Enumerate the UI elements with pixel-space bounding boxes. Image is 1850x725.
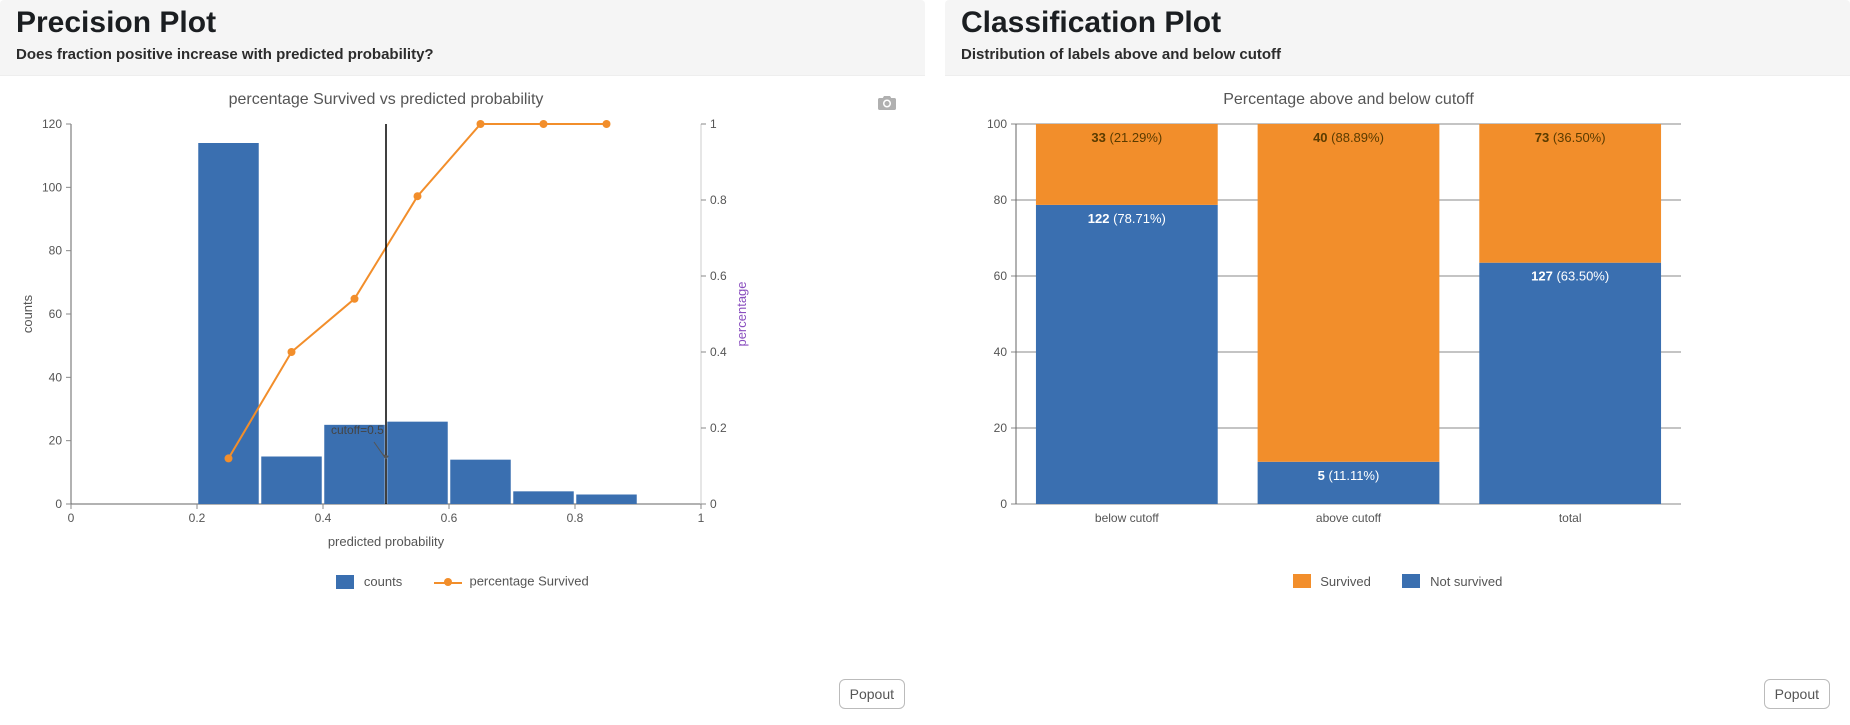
panel-title: Precision Plot [16,6,909,40]
panel-header: Precision Plot Does fraction positive in… [0,0,925,76]
svg-text:1: 1 [710,117,717,131]
panel-subtitle: Does fraction positive increase with pre… [16,46,909,63]
svg-text:40 (88.89%): 40 (88.89%) [1313,130,1384,145]
legend-survived[interactable]: Survived [1293,574,1371,590]
legend-not-survived[interactable]: Not survived [1402,574,1502,590]
classification-chart: Percentage above and below cutoff 0 20 40 60… [961,84,1701,564]
svg-text:Percentage above and below cut: Percentage above and below cutoff [1223,91,1474,108]
svg-text:33 (21.29%): 33 (21.29%) [1091,130,1162,145]
svg-text:0.4: 0.4 [710,345,727,359]
svg-text:20: 20 [49,434,63,448]
svg-text:0.8: 0.8 [567,511,584,525]
svg-text:73 (36.50%): 73 (36.50%) [1535,130,1606,145]
svg-text:0: 0 [55,497,62,511]
precision-chart: percentage Survived vs predicted probabi… [16,84,756,564]
svg-text:counts: counts [20,294,35,333]
svg-text:0.6: 0.6 [710,269,727,283]
svg-text:127 (63.50%): 127 (63.50%) [1531,269,1609,284]
svg-text:0: 0 [1000,497,1007,511]
svg-text:100: 100 [42,180,62,194]
svg-text:40: 40 [49,370,63,384]
legend-percentage-survived[interactable]: percentage Survived [434,573,589,591]
popout-button[interactable]: Popout [839,679,905,709]
svg-text:below cutoff: below cutoff [1095,511,1159,525]
legend-counts[interactable]: counts [336,574,402,590]
precision-legend: counts percentage Survived [16,573,909,591]
classification-legend: Survived Not survived [961,573,1834,589]
svg-text:0.2: 0.2 [710,421,727,435]
svg-text:cutoff=0.5: cutoff=0.5 [331,423,384,437]
svg-text:0: 0 [68,511,75,525]
svg-text:predicted probability: predicted probability [328,534,445,549]
svg-text:5 (11.11%): 5 (11.11%) [1318,468,1380,483]
svg-text:0.4: 0.4 [315,511,332,525]
svg-text:40: 40 [994,345,1008,359]
svg-text:60: 60 [49,307,63,321]
svg-text:1: 1 [698,511,705,525]
svg-text:0.6: 0.6 [441,511,458,525]
svg-text:80: 80 [994,193,1008,207]
svg-text:percentage Survived vs predict: percentage Survived vs predicted probabi… [229,91,544,108]
svg-text:above cutoff: above cutoff [1316,511,1382,525]
panel-title: Classification Plot [961,6,1834,40]
svg-text:0.8: 0.8 [710,193,727,207]
svg-text:0: 0 [710,497,717,511]
svg-text:100: 100 [987,117,1007,131]
svg-text:20: 20 [994,421,1008,435]
panel-subtitle: Distribution of labels above and below c… [961,46,1834,63]
svg-text:120: 120 [42,117,62,131]
svg-text:percentage: percentage [734,281,749,346]
precision-panel: Precision Plot Does fraction positive in… [0,0,925,725]
svg-text:122 (78.71%): 122 (78.71%) [1088,211,1166,226]
camera-icon[interactable] [877,94,897,117]
svg-text:total: total [1559,511,1582,525]
classification-panel: Classification Plot Distribution of labe… [925,0,1850,725]
panel-header: Classification Plot Distribution of labe… [945,0,1850,76]
svg-text:0.2: 0.2 [189,511,206,525]
svg-text:60: 60 [994,269,1008,283]
svg-text:80: 80 [49,244,63,258]
popout-button[interactable]: Popout [1764,679,1830,709]
